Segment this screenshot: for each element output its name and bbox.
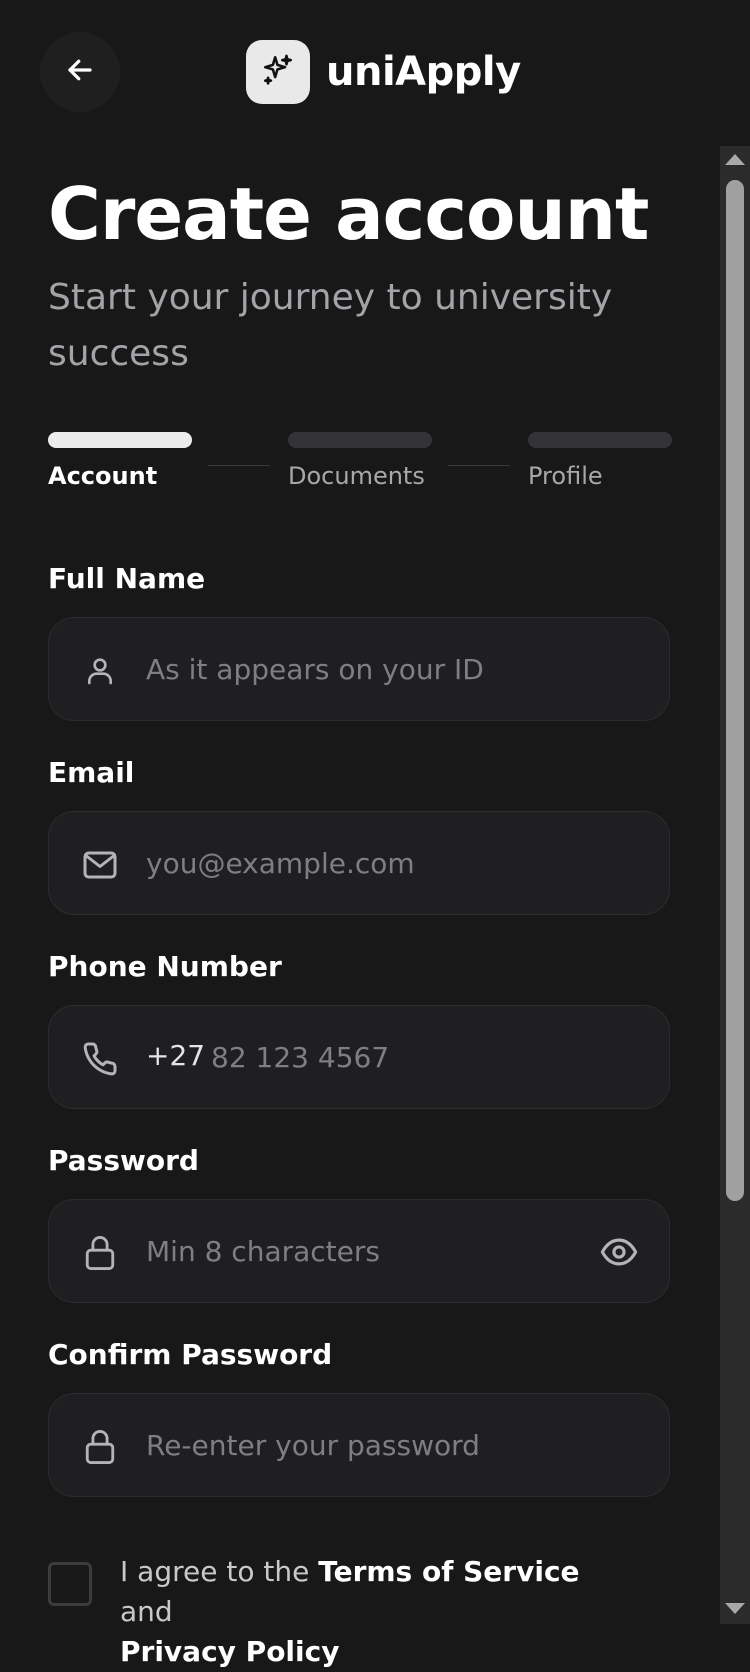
back-button[interactable] xyxy=(40,32,120,112)
terms-of-service-link[interactable]: Terms of Service xyxy=(318,1555,579,1588)
phone-input[interactable] xyxy=(211,1006,631,1108)
brand: uniApply xyxy=(246,40,521,104)
sparkles-icon xyxy=(261,53,295,91)
page-title: Create account xyxy=(48,172,649,256)
step-label-account: Account xyxy=(48,462,158,490)
mail-icon xyxy=(81,846,119,884)
password-label: Password xyxy=(48,1144,199,1177)
scroll-down-arrow[interactable] xyxy=(725,1603,745,1614)
brand-name: uniApply xyxy=(326,49,521,95)
step-label-documents: Documents xyxy=(288,462,425,490)
terms-prefix: I agree to the xyxy=(120,1555,319,1588)
eye-icon[interactable] xyxy=(599,1234,639,1270)
step-connector xyxy=(448,465,510,466)
lock-icon xyxy=(81,1428,119,1466)
full-name-field[interactable] xyxy=(48,617,670,721)
phone-label: Phone Number xyxy=(48,950,282,983)
step-label-profile: Profile xyxy=(528,462,603,490)
email-field[interactable] xyxy=(48,811,670,915)
email-label: Email xyxy=(48,756,135,789)
phone-field[interactable]: +27 xyxy=(48,1005,670,1109)
country-code: +27 xyxy=(146,1039,206,1072)
step-bar-profile xyxy=(528,432,672,448)
password-input[interactable] xyxy=(146,1200,616,1302)
email-input[interactable] xyxy=(146,812,616,914)
terms-checkbox[interactable] xyxy=(48,1562,92,1606)
full-name-input[interactable] xyxy=(146,618,616,720)
step-bar-account xyxy=(48,432,192,448)
top-bar: uniApply xyxy=(0,0,750,140)
full-name-label: Full Name xyxy=(48,562,206,595)
page-subtitle: Start your journey to university success xyxy=(48,277,613,374)
confirm-password-field[interactable] xyxy=(48,1393,670,1497)
password-field[interactable] xyxy=(48,1199,670,1303)
phone-icon xyxy=(81,1040,119,1078)
scroll-up-arrow[interactable] xyxy=(725,154,745,165)
user-icon xyxy=(81,652,119,690)
brand-logo xyxy=(246,40,310,104)
step-bar-documents xyxy=(288,432,432,448)
confirm-password-input[interactable] xyxy=(146,1394,616,1496)
lock-icon xyxy=(81,1234,119,1272)
scrollbar-thumb[interactable] xyxy=(726,180,744,1201)
step-connector xyxy=(208,465,270,466)
confirm-password-label: Confirm Password xyxy=(48,1338,333,1371)
arrow-left-icon xyxy=(65,55,95,89)
privacy-policy-link[interactable]: Privacy Policy xyxy=(120,1635,339,1668)
terms-text: I agree to the Terms of Service and Priva… xyxy=(120,1552,640,1672)
terms-conjunction: and xyxy=(120,1595,173,1628)
